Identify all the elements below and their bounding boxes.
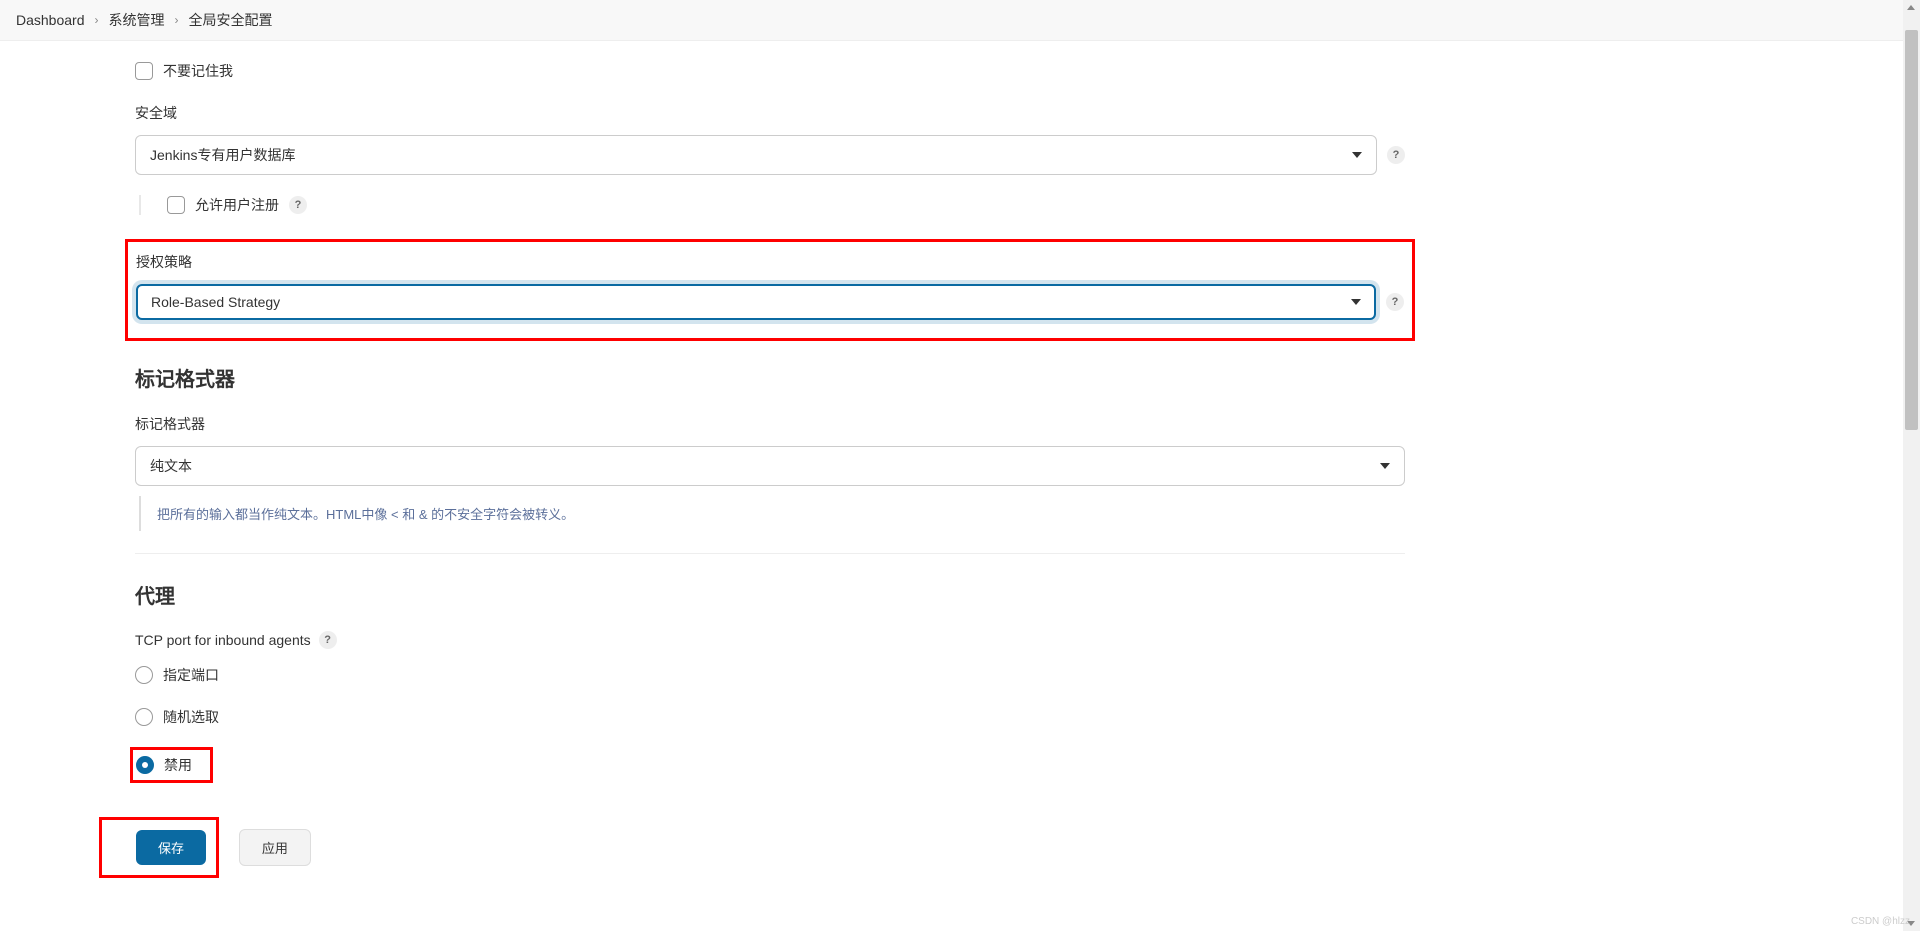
authorization-value: Role-Based Strategy <box>151 294 280 310</box>
tcp-port-label: TCP port for inbound agents <box>135 632 311 648</box>
radio-fixed-label: 指定端口 <box>163 665 219 685</box>
allow-signup-label: 允许用户注册 <box>195 195 279 215</box>
apply-button[interactable]: 应用 <box>239 829 311 866</box>
watermark: CSDN @hlzz <box>1851 916 1910 927</box>
security-realm-value: Jenkins专有用户数据库 <box>150 145 295 165</box>
authorization-select[interactable]: Role-Based Strategy <box>136 284 1376 320</box>
section-divider <box>135 553 1405 554</box>
radio-random-label: 随机选取 <box>163 707 219 727</box>
markup-formatter-select[interactable]: 纯文本 <box>135 446 1405 486</box>
remember-me-checkbox[interactable] <box>135 62 153 80</box>
markup-help-text: 把所有的输入都当作纯文本。HTML中像 < 和 & 的不安全字符会被转义。 <box>139 496 1405 531</box>
chevron-down-icon <box>1380 463 1390 469</box>
help-icon[interactable]: ? <box>1386 293 1404 311</box>
radio-random-row[interactable]: 随机选取 <box>135 705 1405 729</box>
remember-me-label: 不要记住我 <box>163 61 233 81</box>
save-button[interactable]: 保存 <box>136 830 206 865</box>
radio-disable[interactable] <box>136 756 154 774</box>
breadcrumb: Dashboard › 系统管理 › 全局安全配置 <box>0 0 1920 41</box>
help-icon[interactable]: ? <box>1387 146 1405 164</box>
markup-formatter-value: 纯文本 <box>150 456 192 476</box>
highlight-save: 保存 <box>99 817 219 878</box>
radio-random[interactable] <box>135 708 153 726</box>
help-icon[interactable]: ? <box>319 631 337 649</box>
scrollbar-thumb[interactable] <box>1905 30 1918 430</box>
allow-signup-checkbox[interactable] <box>167 196 185 214</box>
breadcrumb-system[interactable]: 系统管理 <box>109 10 165 30</box>
radio-fixed[interactable] <box>135 666 153 684</box>
radio-disable-label: 禁用 <box>164 755 192 775</box>
markup-formatter-label: 标记格式器 <box>135 414 1405 434</box>
help-icon[interactable]: ? <box>289 196 307 214</box>
breadcrumb-security[interactable]: 全局安全配置 <box>189 10 273 30</box>
highlight-disable: 禁用 <box>130 747 213 783</box>
breadcrumb-dashboard[interactable]: Dashboard <box>16 12 85 28</box>
chevron-down-icon <box>1352 152 1362 158</box>
authorization-label: 授权策略 <box>136 252 1404 272</box>
scroll-up-icon[interactable] <box>1907 5 1915 10</box>
security-realm-label: 安全域 <box>135 103 1405 123</box>
chevron-down-icon <box>1351 299 1361 305</box>
radio-disable-row[interactable]: 禁用 <box>136 753 192 777</box>
vertical-scrollbar[interactable] <box>1903 0 1920 931</box>
markup-section-title: 标记格式器 <box>135 363 1405 392</box>
remember-me-row: 不要记住我 <box>135 61 1405 81</box>
highlight-authorization: 授权策略 Role-Based Strategy ? <box>125 239 1415 341</box>
chevron-right-icon: › <box>175 13 179 27</box>
security-realm-select[interactable]: Jenkins专有用户数据库 <box>135 135 1377 175</box>
agent-section-title: 代理 <box>135 580 1405 609</box>
radio-fixed-row[interactable]: 指定端口 <box>135 663 1405 687</box>
chevron-right-icon: › <box>95 13 99 27</box>
